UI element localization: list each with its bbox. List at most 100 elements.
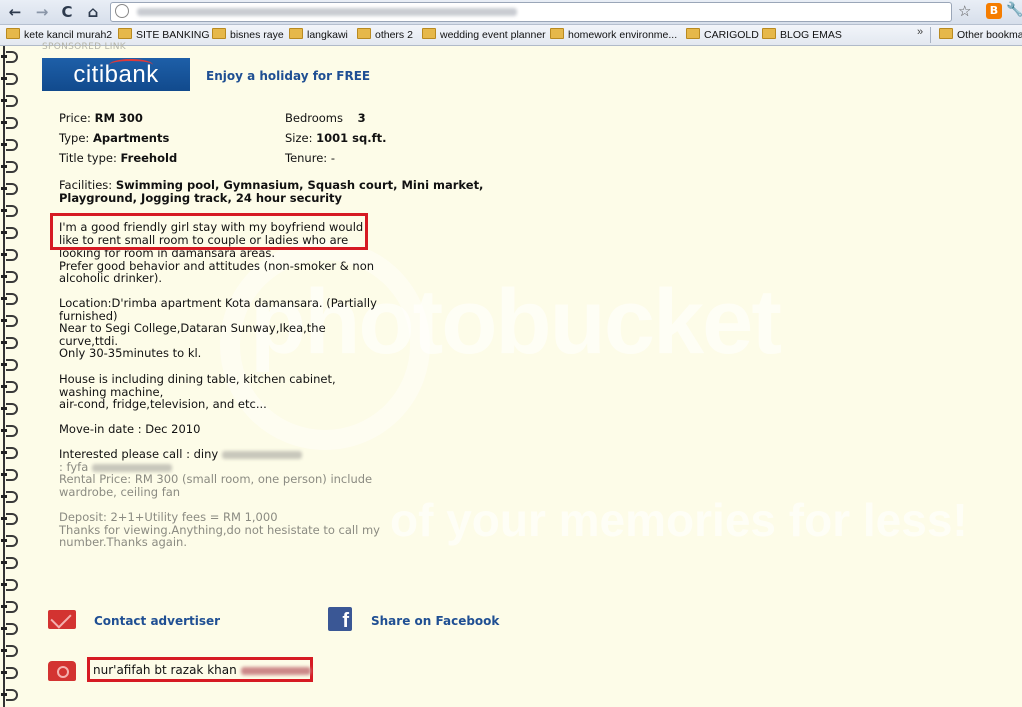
facilities-line1: Swimming pool, Gymnasium, Squash court, …: [115, 178, 484, 192]
spiral-ring: [1, 666, 21, 679]
size-row: Size: 1001 sq.ft.: [285, 131, 387, 145]
forward-icon[interactable]: →: [33, 3, 51, 21]
facilities-row-2: Playground, Jogging track, 24 hour secur…: [59, 191, 342, 205]
folder-icon: [357, 28, 371, 39]
bookmark-folder[interactable]: langkawi: [289, 28, 348, 41]
spiral-ring: [1, 270, 21, 283]
description-line: Deposit: 2+1+Utility fees = RM 1,000: [59, 510, 278, 524]
home-icon[interactable]: ⌂: [84, 3, 102, 21]
folder-icon: [686, 28, 700, 39]
folder-icon: [289, 28, 303, 39]
spiral-ring: [1, 182, 21, 195]
folder-icon: [212, 28, 226, 39]
spiral-ring: [1, 556, 21, 569]
browser-toolbar: ← → C ⌂ ☆ B 🔧: [0, 0, 1022, 25]
spiral-ring: [1, 490, 21, 503]
facilities-line2: Playground, Jogging track, 24 hour secur…: [59, 191, 343, 205]
description-line: alcoholic drinker).: [59, 271, 163, 285]
share-facebook-link[interactable]: Share on Facebook: [371, 614, 499, 628]
description-line: House is including dining table, kitchen…: [59, 372, 336, 386]
bookmark-star-icon[interactable]: ☆: [958, 2, 971, 20]
spiral-ring: [1, 226, 21, 239]
tenure-value: -: [330, 151, 335, 165]
folder-icon: [118, 28, 132, 39]
title-type-value: Freehold: [120, 151, 178, 165]
description-line: Rental Price: RM 300 (small room, one pe…: [59, 472, 373, 486]
bookmark-folder[interactable]: bisnes raye: [212, 28, 284, 41]
ad-tagline-link[interactable]: Enjoy a holiday for FREE: [206, 69, 370, 83]
spiral-ring: [1, 138, 21, 151]
spiral-ring: [1, 688, 21, 701]
photobucket-slogan: of your memories for less!: [390, 494, 968, 546]
globe-icon: [115, 4, 129, 18]
spiral-ring: [1, 336, 21, 349]
spiral-ring: [1, 600, 21, 613]
spiral-ring: [1, 248, 21, 261]
price-row: Price: RM 300: [59, 111, 143, 125]
highlight-box: [50, 213, 368, 250]
facilities-row: Facilities: Swimming pool, Gymnasium, Sq…: [59, 178, 484, 192]
bookmarks-overflow-icon[interactable]: »: [917, 26, 923, 38]
sponsored-label: SPONSORED LINK: [42, 42, 126, 52]
folder-icon: [939, 28, 953, 39]
spiral-ring: [1, 160, 21, 173]
spiral-ring: [1, 116, 21, 129]
description-line: wardrobe, ceiling fan: [59, 485, 181, 499]
spiral-ring: [1, 644, 21, 657]
folder-icon: [422, 28, 436, 39]
spiral-ring: [1, 402, 21, 415]
bookmark-folder[interactable]: CARIGOLD: [686, 28, 759, 41]
spiral-ring: [1, 512, 21, 525]
spiral-ring: [1, 446, 21, 459]
spiral-ring: [1, 50, 21, 63]
phone-redacted: [91, 463, 172, 472]
bookmark-folder[interactable]: kete kancil murah2: [6, 28, 112, 41]
bookmark-folder[interactable]: BLOG EMAS: [762, 28, 842, 41]
url-redacted: [136, 8, 517, 16]
spiral-ring: [1, 94, 21, 107]
contact-line-diny: Interested please call : diny: [59, 448, 302, 461]
spiral-ring: [1, 292, 21, 305]
advertiser-name: nur'afifah bt razak khan: [93, 663, 311, 677]
folder-icon: [6, 28, 20, 39]
other-bookmarks[interactable]: Other bookmarks: [939, 28, 1022, 41]
folder-icon: [550, 28, 564, 39]
bookmark-folder[interactable]: homework environme...: [550, 28, 677, 41]
type-row: Type: Apartments: [59, 131, 170, 145]
size-value: 1001 sq.ft.: [316, 131, 387, 145]
spiral-ring: [1, 578, 21, 591]
notebook-spiral: [0, 46, 22, 707]
facebook-icon[interactable]: f: [328, 607, 352, 632]
wrench-menu-icon[interactable]: 🔧: [1006, 2, 1022, 18]
spiral-ring: [1, 424, 21, 437]
citibank-logo[interactable]: citibank: [42, 58, 190, 91]
phone-redacted: [240, 666, 311, 675]
spiral-ring: [1, 72, 21, 85]
spiral-ring: [1, 622, 21, 635]
contact-advertiser-link[interactable]: Contact advertiser: [94, 614, 220, 628]
mail-icon[interactable]: [48, 610, 76, 629]
move-in-date: Move-in date : Dec 2010: [59, 422, 201, 436]
back-icon[interactable]: ←: [6, 3, 24, 21]
spiral-ring: [1, 204, 21, 217]
description-line: Only 30-35minutes to kl.: [59, 346, 202, 360]
bookmarks-divider: [930, 27, 931, 43]
bookmark-folder[interactable]: wedding event planner: [422, 28, 546, 41]
description-line: Location:D'rimba apartment Kota damansar…: [59, 296, 377, 310]
spiral-ring: [1, 358, 21, 371]
spiral-ring: [1, 314, 21, 327]
citibank-arc-icon: [109, 59, 153, 71]
description-line: air-cond, fridge,television, and etc...: [59, 397, 267, 411]
bookmark-folder[interactable]: others 2: [357, 28, 413, 41]
blogger-extension-icon[interactable]: B: [986, 3, 1002, 19]
description-line: Near to Segi College,Dataran Sunway,Ikea…: [59, 321, 326, 335]
type-value: Apartments: [92, 131, 170, 145]
spiral-ring: [1, 380, 21, 393]
address-bar[interactable]: [110, 2, 952, 22]
photobucket-watermark: photobucket: [250, 271, 782, 373]
reload-icon[interactable]: C: [58, 3, 76, 21]
bedrooms-value: 3: [357, 111, 366, 125]
tenure-row: Tenure: -: [285, 151, 335, 165]
bookmark-folder[interactable]: SITE BANKING: [118, 28, 210, 41]
phone-redacted: [221, 450, 302, 459]
